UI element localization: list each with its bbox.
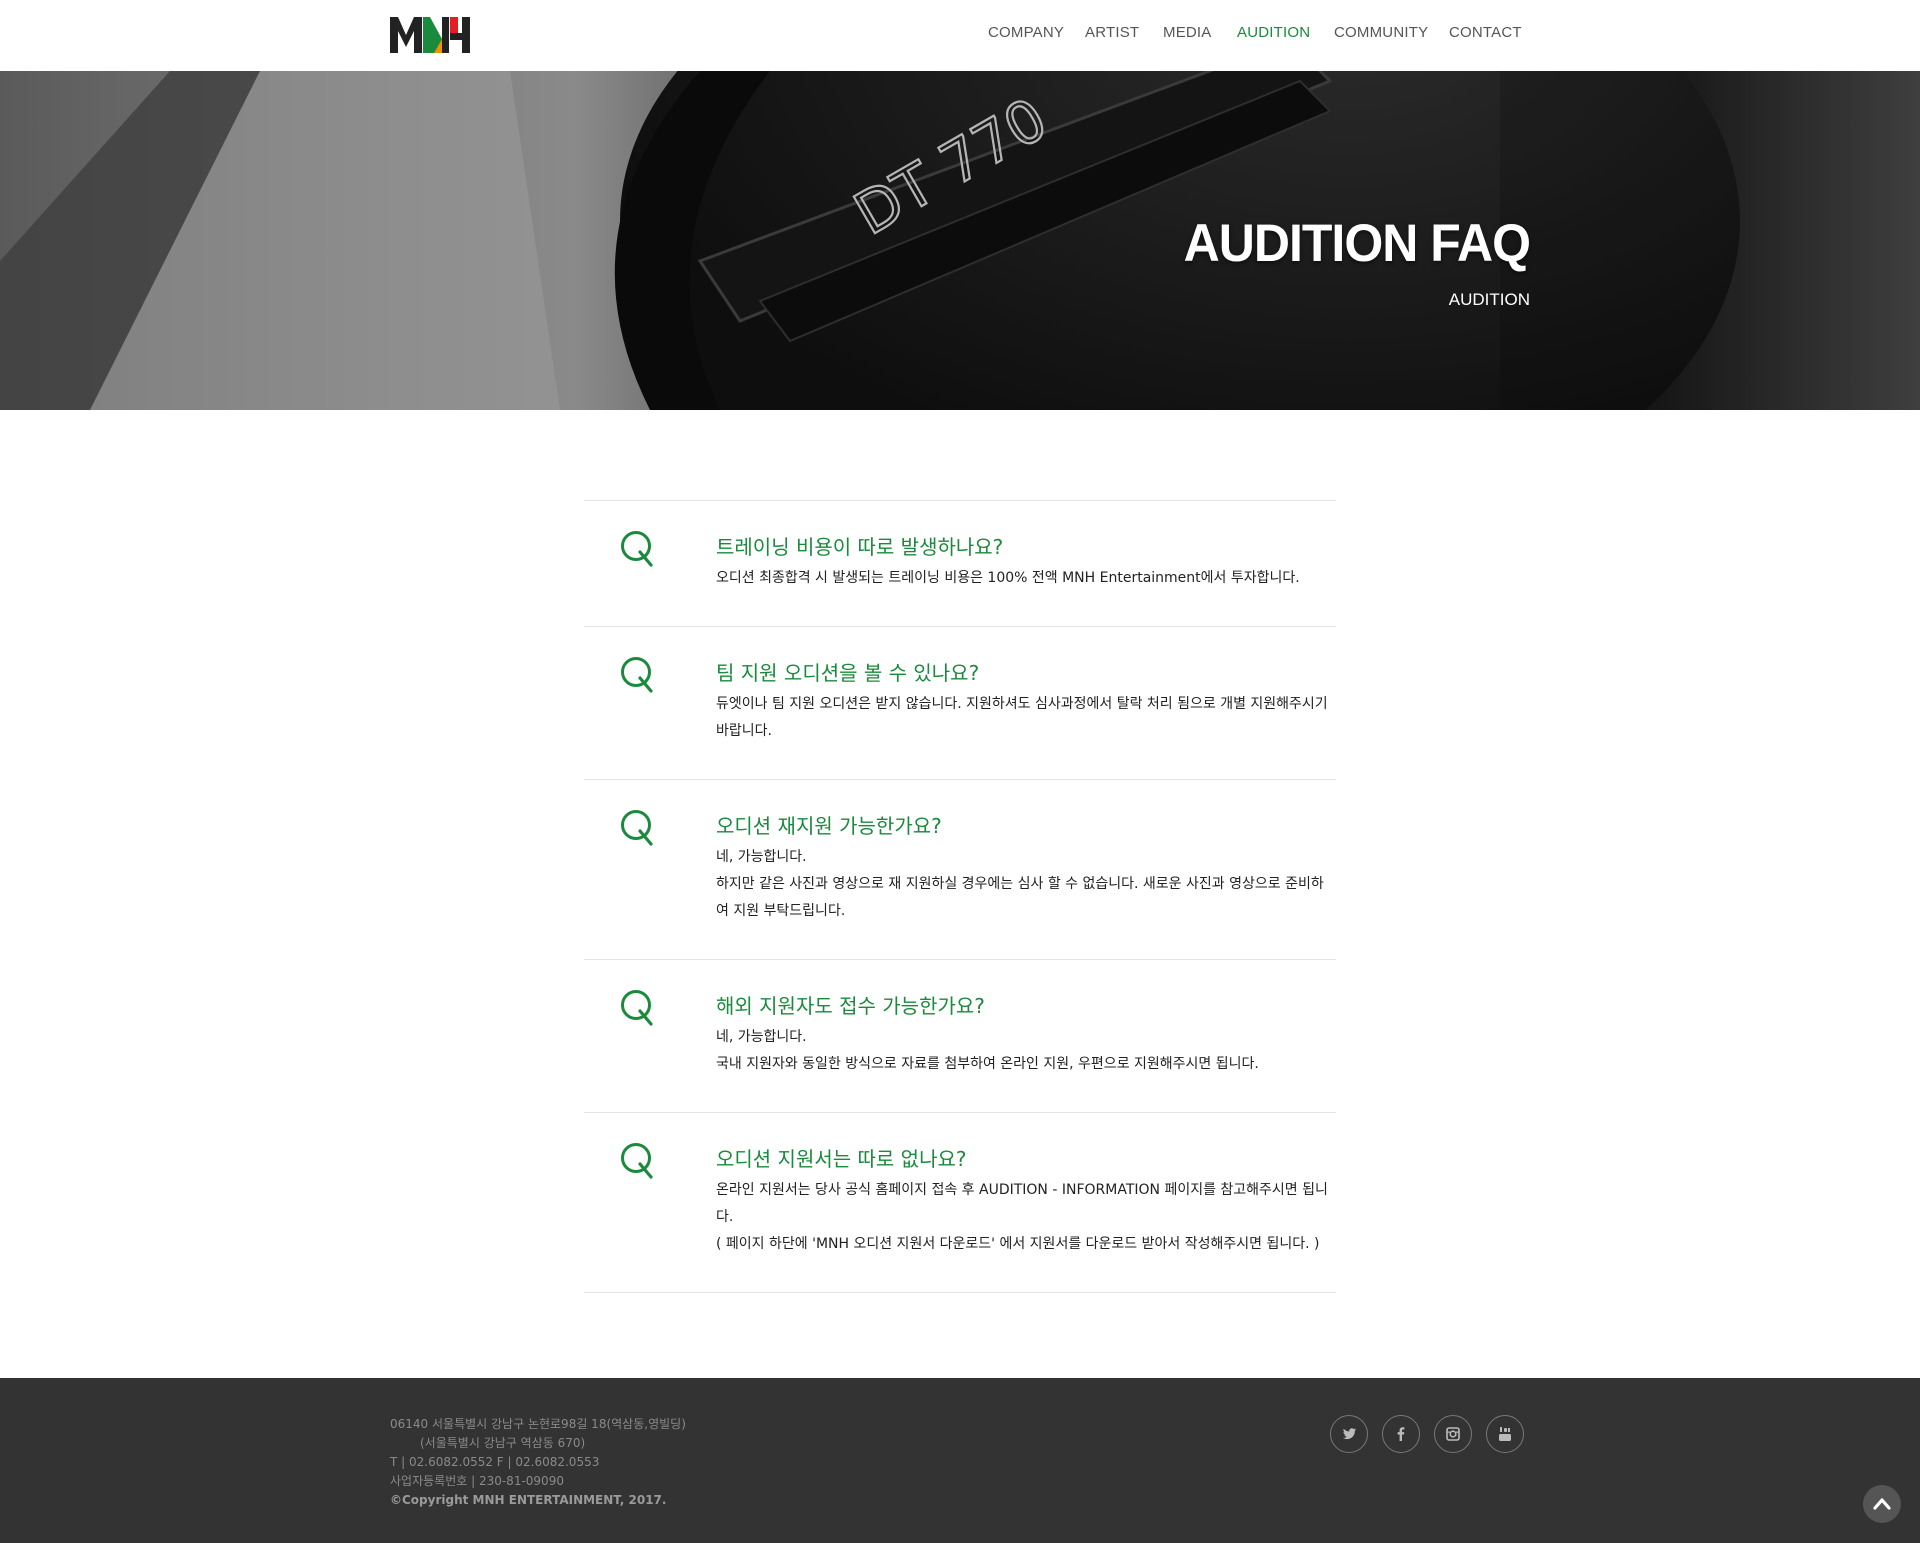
faq-item: 트레이닝 비용이 따로 발생하나요? 오디션 최종합격 시 발생되는 트레이닝 … (584, 500, 1336, 626)
answer-line: 네, 가능합니다. (716, 849, 807, 865)
faq-item: 팀 지원 오디션을 볼 수 있나요? 듀엣이나 팀 지원 오디션은 받지 않습니… (584, 626, 1336, 779)
site-header: COMPANY ARTIST MEDIA AUDITION COMMUNITY … (0, 0, 1920, 71)
q-mark-icon (621, 531, 653, 567)
nav-contact[interactable]: CONTACT (1449, 24, 1522, 41)
q-mark-icon (621, 1143, 653, 1179)
address-line: 06140 서울특별시 강남구 논현로98길 18(역삼동,영빌딩) (390, 1417, 686, 1431)
company-info: 06140 서울특별시 강남구 논현로98길 18(역삼동,영빌딩) (서울특별… (390, 1415, 686, 1510)
q-mark-icon (621, 657, 653, 693)
nav-company[interactable]: COMPANY (988, 24, 1064, 41)
facebook-button[interactable] (1382, 1415, 1420, 1453)
instagram-button[interactable] (1434, 1415, 1472, 1453)
faq-list: 트레이닝 비용이 따로 발생하나요? 오디션 최종합격 시 발생되는 트레이닝 … (584, 500, 1336, 1293)
site-footer: 06140 서울특별시 강남구 논현로98길 18(역삼동,영빌딩) (서울특별… (0, 1378, 1920, 1543)
headphone-photo: DT 770 (0, 71, 1920, 410)
faq-item: 해외 지원자도 접수 가능한가요? 네, 가능합니다. 국내 지원자와 동일한 … (584, 959, 1336, 1112)
faq-question: 트레이닝 비용이 따로 발생하나요? (716, 535, 1004, 559)
faq-answer: 온라인 지원서는 당사 공식 홈페이지 접속 후 AUDITION - INFO… (716, 1177, 1336, 1258)
faq-answer: 네, 가능합니다. 국내 지원자와 동일한 방식으로 자료를 첨부하여 온라인 … (716, 1024, 1336, 1078)
q-mark-icon (621, 990, 653, 1026)
youtube-icon (1499, 1427, 1511, 1441)
nav-community[interactable]: COMMUNITY (1334, 24, 1428, 41)
faq-answer: 오디션 최종합격 시 발생되는 트레이닝 비용은 100% 전액 MNH Ent… (716, 565, 1336, 592)
faq-question: 오디션 재지원 가능한가요? (716, 814, 942, 838)
answer-line: 국내 지원자와 동일한 방식으로 자료를 첨부하여 온라인 지원, 우편으로 지… (716, 1056, 1259, 1072)
answer-line: ( 페이지 하단에 'MNH 오디션 지원서 다운로드' 에서 지원서를 다운로… (716, 1236, 1320, 1252)
answer-line: 하지만 같은 사진과 영상으로 재 지원하실 경우에는 심사 할 수 없습니다.… (716, 876, 1324, 919)
page-subtitle: AUDITION (1448, 290, 1530, 309)
hero-banner: DT 770 AUDITION FAQ AUDITION (0, 71, 1920, 410)
address-line-old: (서울특별시 강남구 역삼동 670) (420, 1436, 586, 1450)
page-title: AUDITION FAQ (1183, 213, 1531, 273)
twitter-button[interactable] (1330, 1415, 1368, 1453)
phone-fax-line: T | 02.6082.0552 F | 02.6082.0553 (390, 1455, 600, 1469)
answer-line: 네, 가능합니다. (716, 1029, 807, 1045)
q-mark-icon (621, 810, 653, 846)
faq-question: 팀 지원 오디션을 볼 수 있나요? (716, 661, 980, 685)
faq-item: 오디션 지원서는 따로 없나요? 온라인 지원서는 당사 공식 홈페이지 접속 … (584, 1112, 1336, 1293)
main-nav: COMPANY ARTIST MEDIA AUDITION COMMUNITY … (0, 24, 1920, 48)
answer-line: 오디션 최종합격 시 발생되는 트레이닝 비용은 100% 전액 MNH Ent… (716, 570, 1300, 586)
twitter-icon (1343, 1428, 1356, 1440)
faq-answer: 듀엣이나 팀 지원 오디션은 받지 않습니다. 지원하셔도 심사과정에서 탈락 … (716, 691, 1336, 745)
scroll-to-top-button[interactable] (1863, 1485, 1901, 1523)
instagram-icon (1446, 1427, 1460, 1441)
facebook-icon (1397, 1427, 1405, 1441)
answer-line: 온라인 지원서는 당사 공식 홈페이지 접속 후 AUDITION - INFO… (716, 1182, 1328, 1225)
nav-audition[interactable]: AUDITION (1237, 24, 1310, 41)
copyright: ©Copyright MNH ENTERTAINMENT, 2017. (390, 1493, 667, 1507)
business-number: 사업자등록번호 | 230-81-09090 (390, 1474, 564, 1488)
youtube-button[interactable] (1486, 1415, 1524, 1453)
faq-question: 오디션 지원서는 따로 없나요? (716, 1147, 967, 1171)
nav-media[interactable]: MEDIA (1163, 24, 1212, 41)
faq-item: 오디션 재지원 가능한가요? 네, 가능합니다. 하지만 같은 사진과 영상으로… (584, 779, 1336, 959)
faq-question: 해외 지원자도 접수 가능한가요? (716, 994, 985, 1018)
nav-artist[interactable]: ARTIST (1085, 24, 1139, 41)
faq-answer: 네, 가능합니다. 하지만 같은 사진과 영상으로 재 지원하실 경우에는 심사… (716, 844, 1336, 925)
chevron-up-icon (1873, 1498, 1891, 1510)
answer-line: 듀엣이나 팀 지원 오디션은 받지 않습니다. 지원하셔도 심사과정에서 탈락 … (716, 696, 1328, 739)
